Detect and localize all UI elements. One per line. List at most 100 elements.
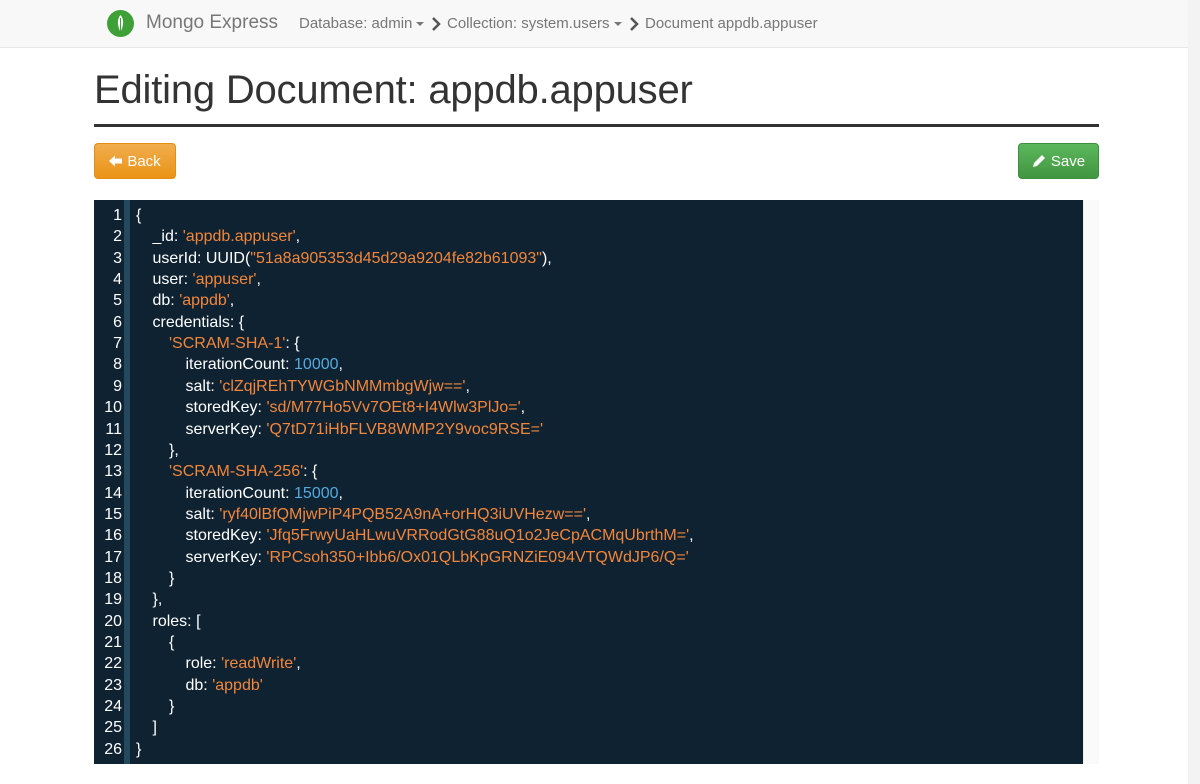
page-scrollbar[interactable] [1188,0,1200,784]
caret-down-icon [416,22,425,27]
string-token: 'appdb' [212,676,263,694]
save-button-label: Save [1050,152,1086,170]
string-token: 'appdb' [179,292,230,310]
string-token: 'sd/M77Ho5Vv7OEt8+I4Wlw3PlJo=' [266,399,521,417]
string-token: 'Q7tD71iHbFLVB8WMP2Y9voc9RSE=' [266,420,544,438]
code-token: , [295,228,301,246]
page-title: Editing Document: appdb.appuser [94,68,693,112]
save-button[interactable]: Save [1018,143,1099,179]
string-token: 'readWrite' [221,655,297,673]
line-number: 18 [104,569,122,587]
code-token: serverKey: [185,548,267,566]
string-token: "51a8a905353d45d29a9204fe82b61093" [250,249,542,267]
code-token: }, [169,441,179,459]
code-token: : { [285,335,300,353]
line-number: 23 [104,676,122,694]
code-token: iterationCount: [185,356,295,374]
code-token: role: [185,655,222,673]
line-number: 26 [104,740,122,758]
code-text: { [136,205,141,226]
code-token: db: [152,292,180,310]
code-token: , [520,399,526,417]
code-token: storedKey: [185,527,267,545]
code-token: , [229,292,235,310]
line-number: 10 [104,399,122,417]
caret-down-icon [613,22,622,27]
code-token: ), [541,249,552,267]
code-token: storedKey: [185,399,267,417]
back-button[interactable]: Back [94,143,176,179]
code-token: credentials: { [152,313,245,331]
code-text: }, [153,589,163,610]
code-token: _id: [152,228,183,246]
navbar: Mongo Express Database: admin Collection… [0,0,1200,48]
string-token: 'clZqjREhTYWGbNMMmbgWjw==' [219,377,466,395]
mongo-leaf-icon[interactable] [107,10,134,37]
code-text: iterationCount: 10000, [186,354,343,375]
code-text: serverKey: 'Q7tD71iHbFLVB8WMP2Y9voc9RSE=… [186,419,544,440]
code-token: : { [303,463,318,481]
code-token: serverKey: [185,420,267,438]
code-text: } [169,568,174,589]
code-token: roles: [ [152,612,201,630]
line-number: 8 [113,356,122,374]
line-number: 3 [113,249,122,267]
brand-link[interactable]: Mongo Express [146,12,278,34]
line-number: 12 [104,441,122,459]
code-text: iterationCount: 15000, [186,483,343,504]
document-editor[interactable]: 1 {2 _id: 'appdb.appuser', 3 userId: UUID("5… [94,200,1083,764]
code-token: } [136,740,142,758]
breadcrumb-database[interactable]: Database: admin [299,15,425,32]
line-number: 21 [104,634,122,651]
breadcrumb-collection[interactable]: Collection: system.users [447,15,622,32]
code-text: } [169,696,174,717]
code-token: db: [185,676,213,694]
line-number: 4 [113,271,122,289]
line-number: 15 [104,505,122,523]
line-number: 25 [104,719,122,737]
code-token: } [169,569,175,587]
code-text: salt: 'ryf40lBfQMjwPiP4PQB52A9nA+orHQ3iU… [186,504,591,525]
code-text: storedKey: 'sd/M77Ho5Vv7OEt8+I4Wlw3PlJo=… [186,397,526,418]
string-token: 'SCRAM-SHA-256' [169,463,304,481]
back-button-label: Back [127,152,161,170]
code-text: userId: UUID("51a8a905353d45d29a9204fe82… [153,248,552,269]
string-token: 'SCRAM-SHA-1' [169,335,286,353]
line-number: 24 [104,698,122,716]
line-number: 2 [113,228,122,246]
code-token: user: [152,271,193,289]
line-number: 5 [113,292,122,310]
editor-scroll-track[interactable] [1083,200,1099,764]
code-text: 'SCRAM-SHA-256': { [169,461,317,482]
code-text: serverKey: 'RPCsoh350+Ibb6/Ox01QLbKpGRNZ… [186,547,689,568]
line-number: 13 [104,463,122,481]
code-text: 'SCRAM-SHA-1': { [169,333,300,354]
code-text: ] [153,717,157,738]
chevron-right-icon [630,17,639,31]
code-token: , [256,271,261,289]
code-token: { [136,207,142,224]
line-number: 17 [104,548,122,566]
code-token: ] [152,719,157,737]
code-token: , [586,505,591,523]
pencil-icon [1032,155,1045,167]
arrow-left-icon [109,155,123,167]
title-divider [94,124,1099,127]
line-number: 19 [104,591,122,609]
code-token: salt: [185,377,220,395]
line-number: 16 [104,527,122,545]
line-number: 14 [104,484,122,502]
line-number: 22 [104,655,122,673]
code-token: , [465,377,470,395]
code-token: { [169,634,175,651]
line-number: 11 [105,420,122,438]
breadcrumb-document: Document appdb.appuser [645,15,818,32]
string-token: 'ryf40lBfQMjwPiP4PQB52A9nA+orHQ3iUVHezw=… [219,505,586,523]
code-text: roles: [ [153,611,201,632]
string-token: 'RPCsoh350+Ibb6/Ox01QLbKpGRNZiE094VTQWdJ… [266,548,689,566]
code-token: userId: UUID( [152,249,251,267]
code-token: , [689,527,694,545]
code-text: } [136,739,141,760]
code-text: { [169,632,174,653]
code-text: salt: 'clZqjREhTYWGbNMMmbgWjw==', [186,376,470,397]
